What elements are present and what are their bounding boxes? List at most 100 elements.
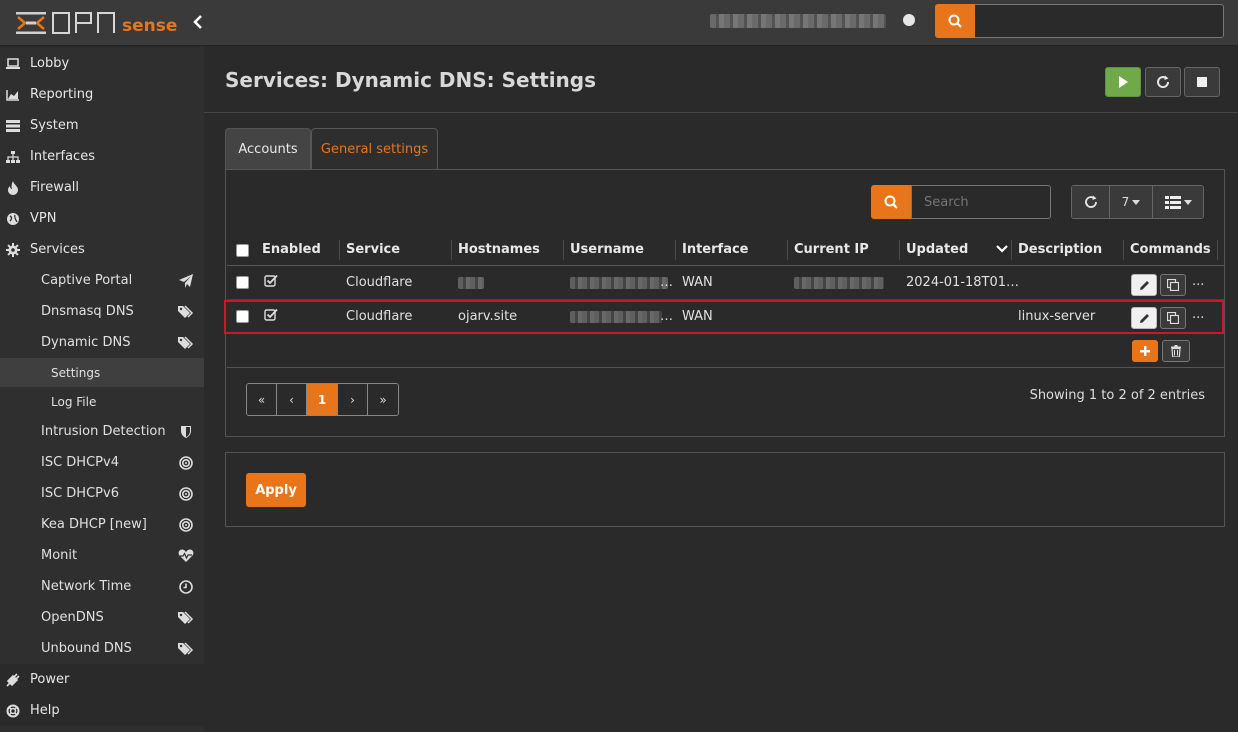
sidebar-item-vpn[interactable]: VPN xyxy=(0,203,204,234)
sidebar-item-label: Interfaces xyxy=(30,149,95,164)
paper-plane-icon xyxy=(178,273,194,289)
clock-icon xyxy=(178,579,194,595)
chevron-left-icon xyxy=(193,15,202,29)
stop-icon xyxy=(1197,77,1207,87)
col-interface[interactable]: Interface xyxy=(682,242,749,257)
top-search-button[interactable] xyxy=(935,4,975,38)
grid-search-button[interactable] xyxy=(871,185,911,219)
service-restart-button[interactable] xyxy=(1145,67,1181,97)
sidebar-item-label: Firewall xyxy=(30,180,80,195)
sidebar-item-dnsmasq-dns[interactable]: Dnsmasq DNS xyxy=(0,296,204,327)
clone-button[interactable] xyxy=(1160,274,1186,296)
column-chooser-dropdown[interactable] xyxy=(1153,186,1203,218)
sidebar-item-intrusion-detection[interactable]: Intrusion Detection xyxy=(0,416,204,447)
top-bar: sense xyxy=(0,0,1238,46)
sidebar-item-firewall[interactable]: Firewall xyxy=(0,172,204,203)
sidebar-item-label: Monit xyxy=(41,548,78,563)
refresh-icon xyxy=(1157,75,1170,89)
sidebar-item-label: Log File xyxy=(51,394,97,409)
sidebar-item-label: Dnsmasq DNS xyxy=(41,304,134,319)
sidebar-item-opendns[interactable]: OpenDNS xyxy=(0,602,204,633)
table-row[interactable]: Cloudflare … WAN 2024-01-18T01… ... xyxy=(227,266,1224,300)
row-select-checkbox[interactable] xyxy=(236,310,249,323)
page-prev-button[interactable]: ‹ xyxy=(277,384,307,415)
page-number-button[interactable]: 1 xyxy=(307,384,338,415)
column-separator xyxy=(1123,240,1124,260)
user-info-blurred[interactable] xyxy=(710,14,886,28)
sort-desc-icon[interactable] xyxy=(996,245,1008,253)
sidebar-item-kea-dhcp[interactable]: Kea DHCP [new] xyxy=(0,509,204,540)
logo-mark-icon xyxy=(16,12,46,34)
sidebar-item-isc-dhcpv6[interactable]: ISC DHCPv6 xyxy=(0,478,204,509)
service-start-button[interactable] xyxy=(1105,67,1141,97)
delete-selected-button[interactable] xyxy=(1162,340,1190,362)
check-square-icon[interactable] xyxy=(264,308,278,321)
sidebar-item-ddns-log-file[interactable]: Log File xyxy=(0,387,204,416)
logo-opn-wordmark xyxy=(52,12,115,34)
col-service[interactable]: Service xyxy=(346,242,400,257)
collapse-sidebar-button[interactable] xyxy=(188,12,208,34)
sidebar-item-services[interactable]: Services xyxy=(0,234,204,265)
cell-service: Cloudflare xyxy=(346,275,413,290)
table-row-highlighted[interactable]: Cloudflare ojarv.site … WAN linux-server… xyxy=(224,300,1224,334)
service-stop-button[interactable] xyxy=(1184,67,1220,97)
sidebar-item-lobby[interactable]: Lobby xyxy=(0,48,204,79)
tags-icon xyxy=(178,641,194,657)
trash-icon xyxy=(1171,345,1181,357)
sidebar-item-label: Help xyxy=(30,703,60,718)
check-square-icon[interactable] xyxy=(264,274,278,287)
column-separator xyxy=(899,240,900,260)
col-description[interactable]: Description xyxy=(1018,242,1102,257)
accounts-grid-panel: 7 Enabled Service Hostnames Username Int… xyxy=(224,169,1225,437)
select-all-checkbox[interactable] xyxy=(236,244,249,257)
cell-current-ip-blurred xyxy=(794,277,884,289)
sidebar-item-help[interactable]: Help xyxy=(0,695,204,726)
clone-icon xyxy=(1167,279,1179,291)
sidebar-item-network-time[interactable]: Network Time xyxy=(0,571,204,602)
edit-button[interactable] xyxy=(1131,274,1157,296)
edit-button[interactable] xyxy=(1131,307,1157,329)
sidebar-item-system[interactable]: System xyxy=(0,110,204,141)
col-current-ip[interactable]: Current IP xyxy=(794,242,869,257)
more-commands-ellipsis[interactable]: ... xyxy=(1192,307,1204,322)
col-enabled[interactable]: Enabled xyxy=(262,242,321,257)
column-separator xyxy=(787,240,788,260)
row-select-checkbox[interactable] xyxy=(236,276,249,289)
apply-button[interactable]: Apply xyxy=(246,473,306,507)
col-username[interactable]: Username xyxy=(570,242,644,257)
bullseye-icon xyxy=(178,486,194,502)
sidebar-item-dynamic-dns[interactable]: Dynamic DNS xyxy=(0,327,204,358)
sidebar-item-interfaces[interactable]: Interfaces xyxy=(0,141,204,172)
sidebar-item-ddns-settings[interactable]: Settings xyxy=(0,358,204,387)
sidebar-item-label: Reporting xyxy=(30,87,94,102)
tab-accounts[interactable]: Accounts xyxy=(225,128,311,170)
sidebar-item-label: Power xyxy=(30,672,70,687)
sidebar-item-reporting[interactable]: Reporting xyxy=(0,79,204,110)
clone-button[interactable] xyxy=(1160,307,1186,329)
col-hostnames[interactable]: Hostnames xyxy=(458,242,540,257)
sidebar-item-power[interactable]: Power xyxy=(0,664,204,695)
top-search-input[interactable] xyxy=(975,4,1224,38)
tab-general-settings[interactable]: General settings xyxy=(311,128,438,170)
tags-icon xyxy=(178,335,194,351)
sidebar-item-monit[interactable]: Monit xyxy=(0,540,204,571)
more-commands-ellipsis[interactable]: ... xyxy=(1192,274,1204,289)
cell-hostnames-blurred xyxy=(458,277,484,289)
globe-icon xyxy=(6,212,20,226)
page-next-button[interactable]: › xyxy=(338,384,368,415)
page-first-button[interactable]: « xyxy=(247,384,277,415)
opnsense-logo[interactable]: sense xyxy=(16,8,177,38)
grid-search-input[interactable] xyxy=(911,185,1051,219)
col-updated[interactable]: Updated xyxy=(906,242,968,257)
page-size-dropdown[interactable]: 7 xyxy=(1110,186,1153,218)
sidebar-item-label: Kea DHCP [new] xyxy=(41,517,147,532)
pencil-icon xyxy=(1139,313,1149,323)
grid-refresh-button[interactable] xyxy=(1072,186,1110,218)
add-button[interactable] xyxy=(1132,340,1158,362)
entries-info: Showing 1 to 2 of 2 entries xyxy=(1029,388,1205,403)
sidebar-item-captive-portal[interactable]: Captive Portal xyxy=(0,265,204,296)
sidebar-item-isc-dhcpv4[interactable]: ISC DHCPv4 xyxy=(0,447,204,478)
plus-icon xyxy=(1140,346,1150,356)
sidebar-item-unbound-dns[interactable]: Unbound DNS xyxy=(0,633,204,664)
page-last-button[interactable]: » xyxy=(368,384,398,415)
